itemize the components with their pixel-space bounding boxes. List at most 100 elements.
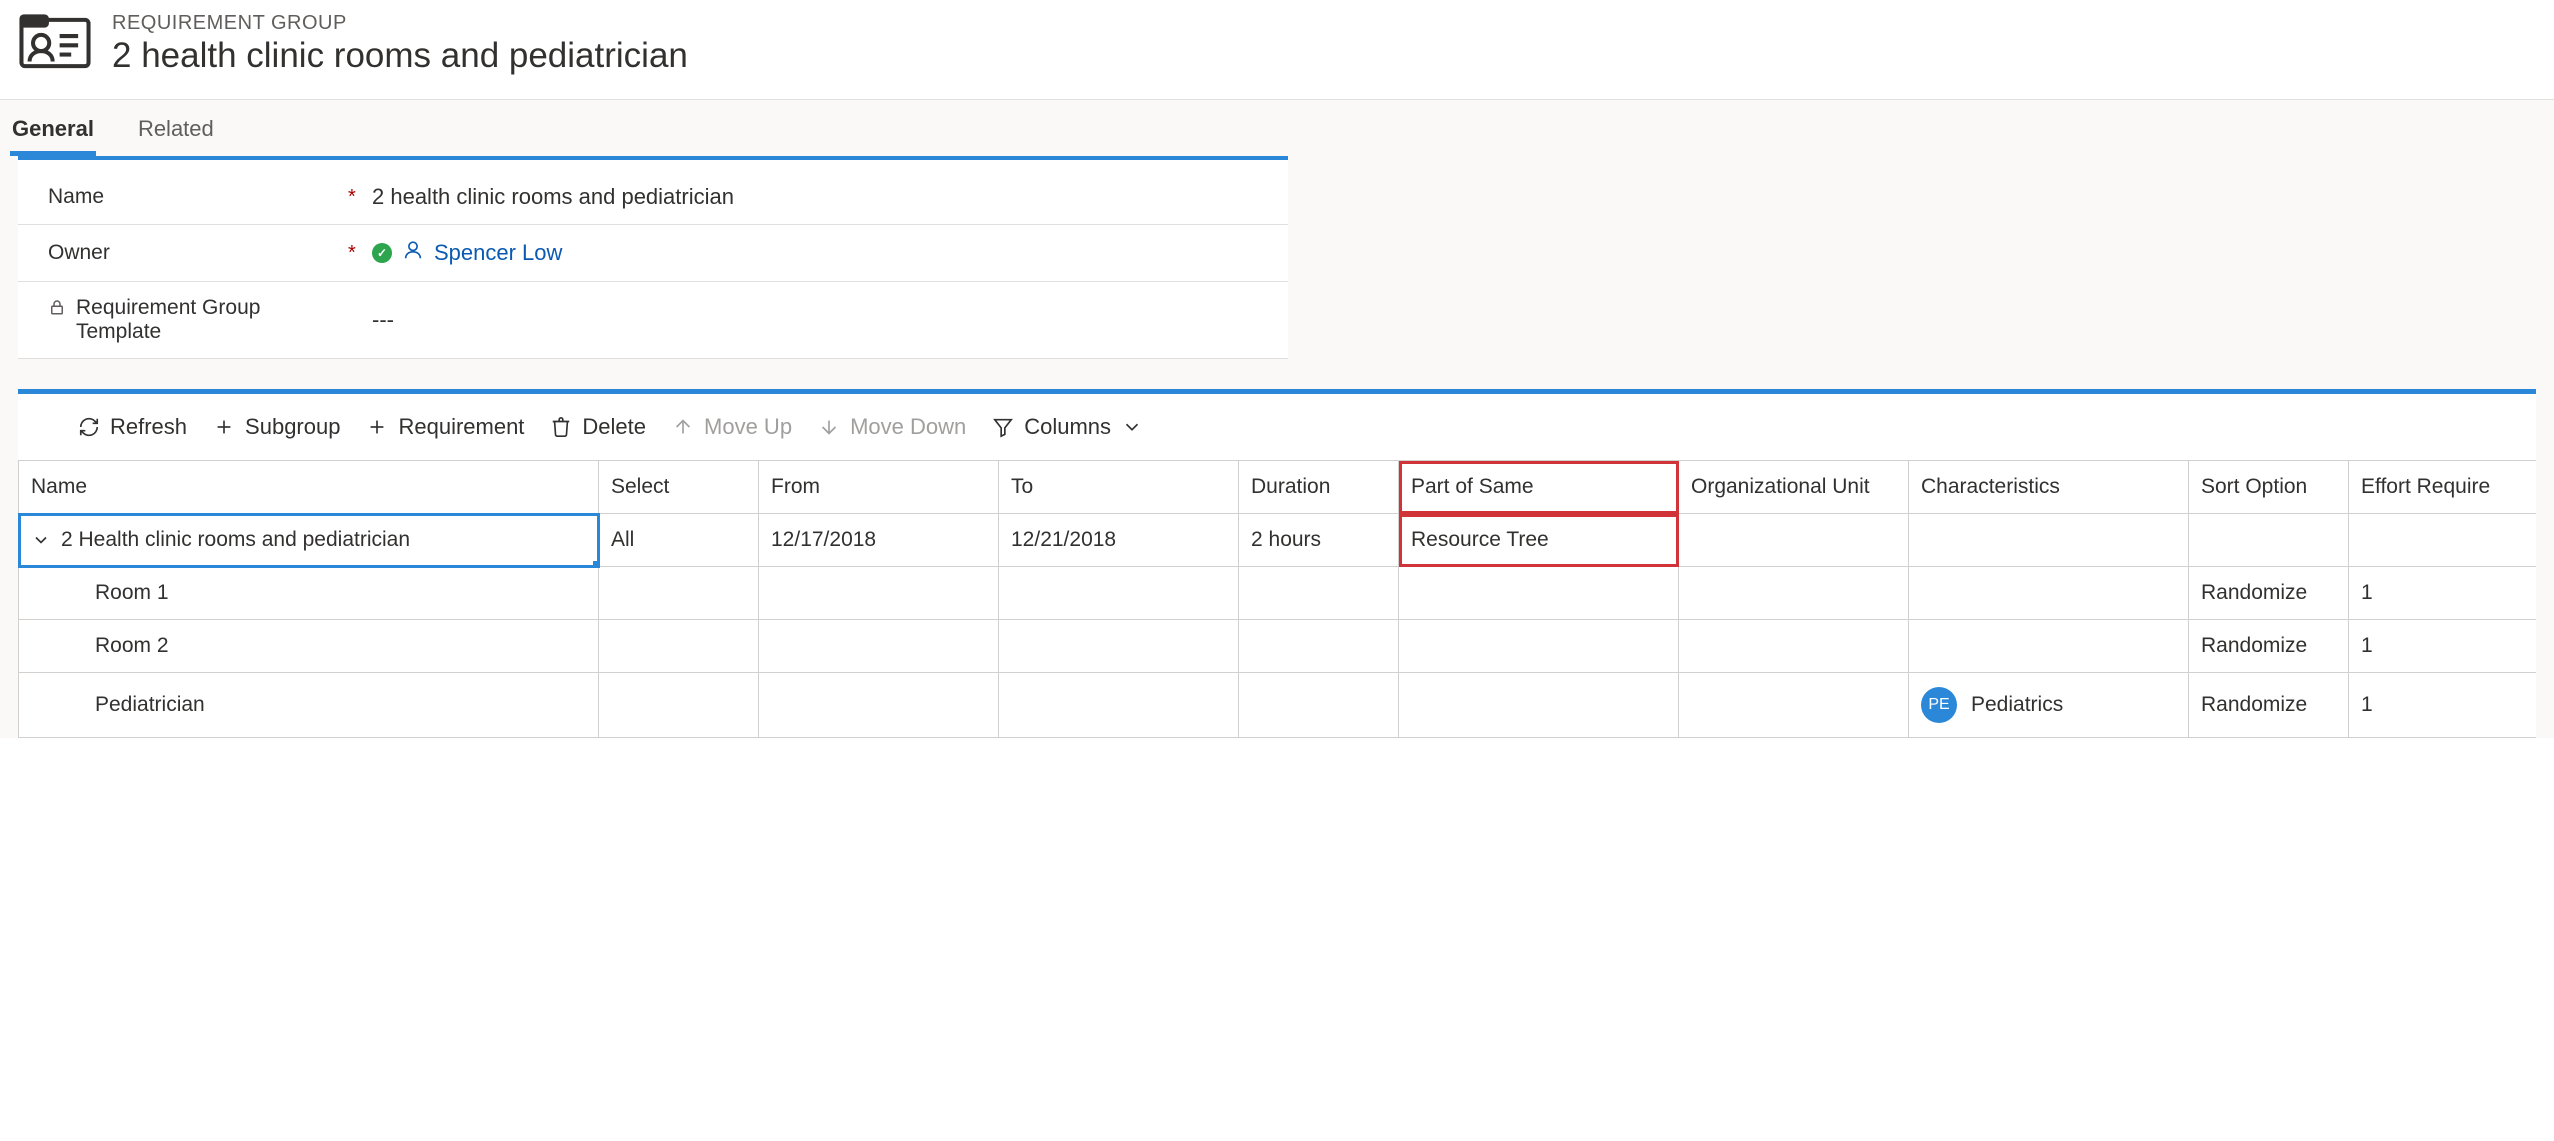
subgroup-button[interactable]: Subgroup — [213, 414, 340, 440]
entity-type-label: REQUIREMENT GROUP — [112, 12, 688, 35]
page-title: 2 health clinic rooms and pediatrician — [112, 35, 688, 77]
field-row-name: Name * 2 health clinic rooms and pediatr… — [18, 160, 1288, 225]
cell-part-of-same[interactable] — [1399, 567, 1679, 620]
cell-from[interactable] — [759, 673, 999, 738]
cell-to[interactable] — [999, 673, 1239, 738]
cell-select[interactable]: All — [599, 514, 759, 567]
refresh-icon — [78, 416, 100, 438]
plus-icon — [366, 416, 388, 438]
col-from[interactable]: From — [759, 461, 999, 514]
cell-characteristics[interactable] — [1909, 620, 2189, 673]
entity-icon — [18, 12, 92, 77]
cell-from[interactable] — [759, 567, 999, 620]
tab-general[interactable]: General — [10, 110, 96, 156]
cell-select[interactable] — [599, 673, 759, 738]
cell-select[interactable] — [599, 567, 759, 620]
required-indicator: * — [348, 242, 372, 265]
cell-org-unit[interactable] — [1679, 567, 1909, 620]
cell-sort-option[interactable] — [2189, 514, 2349, 567]
characteristic-label: Pediatrics — [1971, 693, 2063, 717]
cell-duration[interactable] — [1239, 567, 1399, 620]
field-label-owner: Owner — [48, 241, 110, 265]
cell-sort-option[interactable]: Randomize — [2189, 673, 2349, 738]
cell-to[interactable] — [999, 620, 1239, 673]
table-row[interactable]: Pediatrician PE Pediatrics Randomize1 — [19, 673, 2537, 738]
cell-name[interactable]: 2 Health clinic rooms and pediatrician — [19, 514, 599, 567]
record-header: REQUIREMENT GROUP 2 health clinic rooms … — [0, 0, 2554, 99]
name-field[interactable]: 2 health clinic rooms and pediatrician — [372, 184, 734, 210]
field-label-name: Name — [48, 185, 104, 209]
cell-characteristics[interactable]: PE Pediatrics — [1909, 673, 2189, 738]
cell-to[interactable] — [999, 567, 1239, 620]
cell-part-of-same[interactable] — [1399, 673, 1679, 738]
cell-org-unit[interactable] — [1679, 514, 1909, 567]
field-row-template: Requirement Group Template --- — [18, 282, 1288, 359]
row-name-label: 2 Health clinic rooms and pediatrician — [61, 528, 410, 552]
refresh-button[interactable]: Refresh — [78, 414, 187, 440]
tab-related[interactable]: Related — [136, 110, 216, 156]
col-name[interactable]: Name — [19, 461, 599, 514]
delete-button[interactable]: Delete — [550, 414, 646, 440]
cell-duration[interactable]: 2 hours — [1239, 514, 1399, 567]
cell-name[interactable]: Room 1 — [19, 567, 599, 620]
requirements-grid[interactable]: Name Select From To Duration Part of Sam… — [18, 460, 2536, 738]
arrow-down-icon — [818, 416, 840, 438]
person-icon — [402, 239, 424, 267]
col-to[interactable]: To — [999, 461, 1239, 514]
general-form-section: Name * 2 health clinic rooms and pediatr… — [18, 156, 1288, 359]
cell-sort-option[interactable]: Randomize — [2189, 620, 2349, 673]
field-row-owner: Owner * ✓ Spencer Low — [18, 225, 1288, 282]
cell-name[interactable]: Pediatrician — [19, 673, 599, 738]
cell-from[interactable]: 12/17/2018 — [759, 514, 999, 567]
row-name-label: Room 1 — [95, 581, 169, 605]
arrow-up-icon — [672, 416, 694, 438]
cell-duration[interactable] — [1239, 620, 1399, 673]
chevron-down-icon — [1121, 416, 1143, 438]
cell-from[interactable] — [759, 620, 999, 673]
col-org-unit[interactable]: Organizational Unit — [1679, 461, 1909, 514]
row-name-label: Pediatrician — [95, 693, 205, 717]
table-row[interactable]: Room 2 Randomize1 — [19, 620, 2537, 673]
cell-part-of-same[interactable]: Resource Tree — [1399, 514, 1679, 567]
requirement-button[interactable]: Requirement — [366, 414, 524, 440]
required-indicator: * — [348, 186, 372, 209]
move-up-button[interactable]: Move Up — [672, 414, 792, 440]
chevron-down-icon[interactable] — [31, 530, 51, 550]
requirements-grid-section: Refresh Subgroup Requirement — [18, 389, 2536, 738]
columns-button[interactable]: Columns — [992, 414, 1143, 440]
cell-characteristics[interactable] — [1909, 567, 2189, 620]
col-characteristics[interactable]: Characteristics — [1909, 461, 2189, 514]
presence-icon: ✓ — [372, 243, 392, 263]
cell-org-unit[interactable] — [1679, 673, 1909, 738]
table-row[interactable]: Room 1 Randomize1 — [19, 567, 2537, 620]
template-field[interactable]: --- — [372, 307, 394, 333]
cell-name[interactable]: Room 2 — [19, 620, 599, 673]
cell-sort-option[interactable]: Randomize — [2189, 567, 2349, 620]
cell-select[interactable] — [599, 620, 759, 673]
cell-org-unit[interactable] — [1679, 620, 1909, 673]
grid-toolbar: Refresh Subgroup Requirement — [18, 394, 2536, 460]
table-row[interactable]: 2 Health clinic rooms and pediatrician Al… — [19, 514, 2537, 567]
col-part-of-same[interactable]: Part of Same — [1399, 461, 1679, 514]
owner-link[interactable]: Spencer Low — [434, 240, 562, 266]
col-select[interactable]: Select — [599, 461, 759, 514]
field-label-template: Requirement Group Template — [76, 296, 316, 344]
col-duration[interactable]: Duration — [1239, 461, 1399, 514]
cell-duration[interactable] — [1239, 673, 1399, 738]
grid-header-row: Name Select From To Duration Part of Sam… — [19, 461, 2537, 514]
cell-to[interactable]: 12/21/2018 — [999, 514, 1239, 567]
col-sort-option[interactable]: Sort Option — [2189, 461, 2349, 514]
tab-bar: General Related — [0, 99, 2554, 156]
characteristic-chip: PE — [1921, 687, 1957, 723]
cell-effort-required[interactable]: 1 — [2349, 673, 2537, 738]
filter-icon — [992, 416, 1014, 438]
cell-effort-required[interactable]: 1 — [2349, 567, 2537, 620]
cell-effort-required[interactable] — [2349, 514, 2537, 567]
trash-icon — [550, 416, 572, 438]
cell-part-of-same[interactable] — [1399, 620, 1679, 673]
plus-icon — [213, 416, 235, 438]
move-down-button[interactable]: Move Down — [818, 414, 966, 440]
col-effort-required[interactable]: Effort Require — [2349, 461, 2537, 514]
cell-characteristics[interactable] — [1909, 514, 2189, 567]
cell-effort-required[interactable]: 1 — [2349, 620, 2537, 673]
